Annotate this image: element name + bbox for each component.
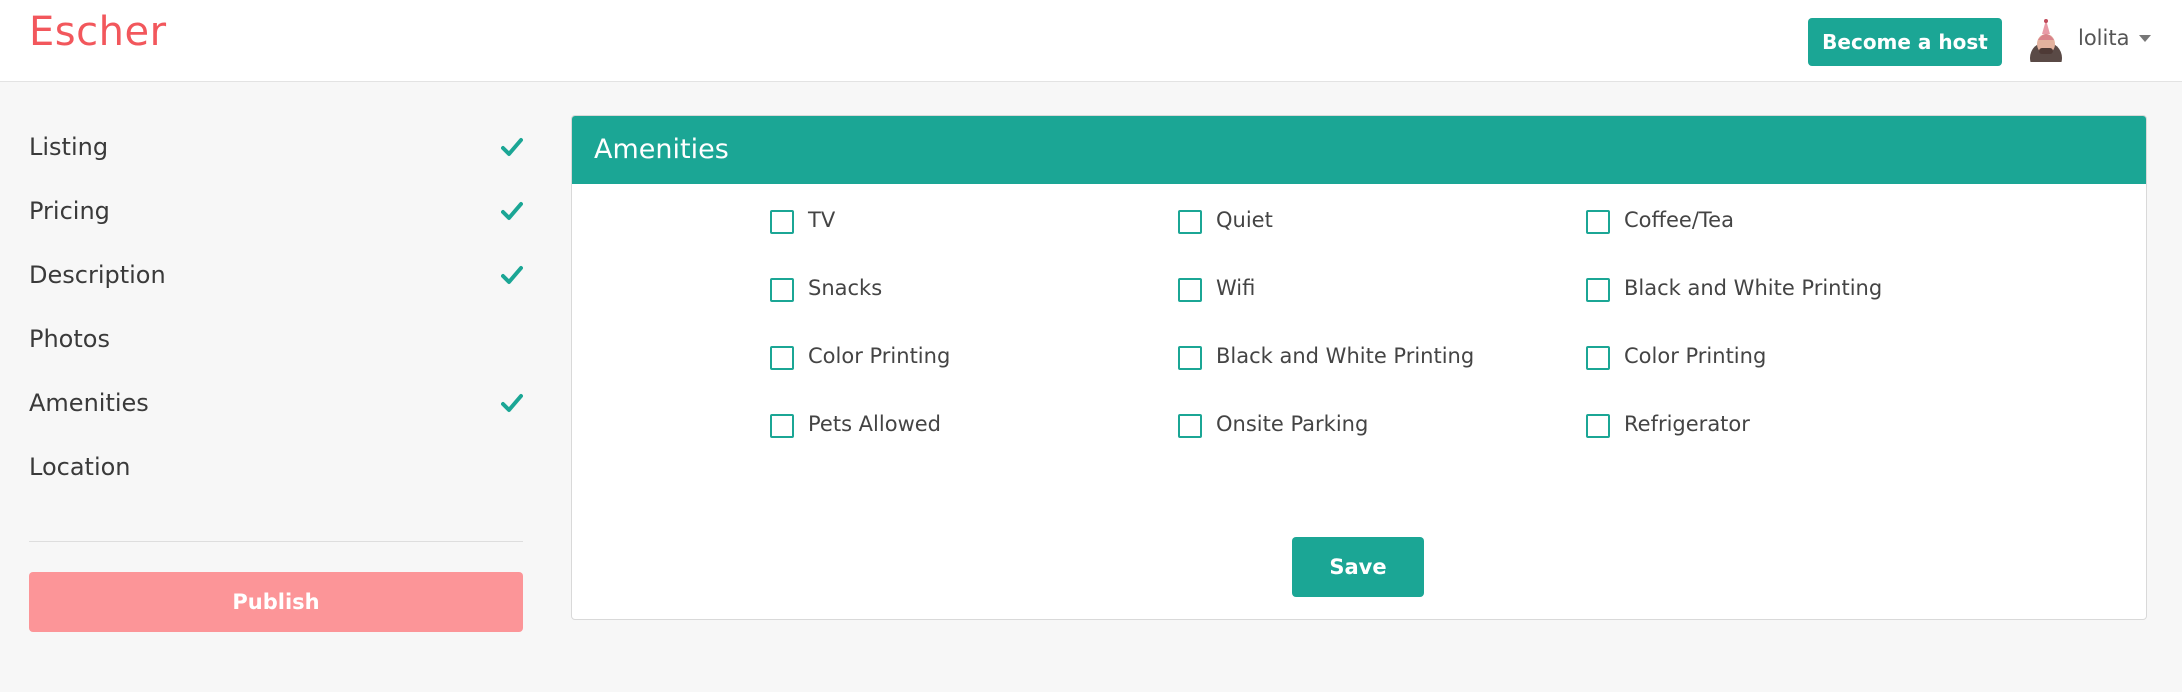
amenity-option[interactable]: Coffee/Tea	[1586, 206, 2006, 274]
amenity-label: Color Printing	[1624, 344, 1767, 368]
sidebar-item-location[interactable]: Location	[29, 435, 523, 499]
become-host-button[interactable]: Become a host	[1808, 18, 2002, 66]
amenity-option[interactable]: Wifi	[1178, 274, 1586, 342]
amenity-option[interactable]: Black and White Printing	[1178, 342, 1586, 410]
amenity-checkbox[interactable]	[1178, 278, 1202, 302]
amenity-option[interactable]: Quiet	[1178, 206, 1586, 274]
amenity-checkbox[interactable]	[1586, 414, 1610, 438]
amenity-option[interactable]: Refrigerator	[1586, 410, 2006, 478]
user-menu-dropdown[interactable]: lolita	[2078, 20, 2152, 56]
amenity-option[interactable]: Pets Allowed	[770, 410, 1178, 478]
sidebar-item-pricing[interactable]: Pricing	[29, 179, 523, 243]
checkmark-icon	[501, 394, 523, 412]
panel-title: Amenities	[572, 116, 2146, 184]
amenity-label: Black and White Printing	[1624, 276, 1883, 300]
user-avatar-icon[interactable]	[2028, 18, 2064, 62]
amenity-option[interactable]: Black and White Printing	[1586, 274, 2006, 342]
sidebar: Listing Pricing Description Photos Ameni…	[29, 115, 523, 632]
user-name: lolita	[2078, 26, 2130, 50]
publish-button[interactable]: Publish	[29, 572, 523, 632]
amenity-option[interactable]: Color Printing	[1586, 342, 2006, 410]
amenity-label: Color Printing	[808, 344, 951, 368]
amenity-checkbox[interactable]	[1586, 210, 1610, 234]
sidebar-divider	[29, 541, 523, 542]
amenity-label: Quiet	[1216, 208, 1273, 232]
sidebar-item-label: Description	[29, 261, 166, 289]
amenity-checkbox[interactable]	[1178, 414, 1202, 438]
chevron-down-icon	[2139, 34, 2152, 42]
amenity-checkbox[interactable]	[1178, 210, 1202, 234]
checkmark-icon	[501, 266, 523, 284]
sidebar-item-label: Location	[29, 453, 131, 481]
amenity-checkbox[interactable]	[770, 414, 794, 438]
sidebar-item-label: Amenities	[29, 389, 149, 417]
amenity-option[interactable]: Snacks	[770, 274, 1178, 342]
amenity-label: Coffee/Tea	[1624, 208, 1734, 232]
amenity-checkbox[interactable]	[1586, 346, 1610, 370]
sidebar-item-label: Photos	[29, 325, 110, 353]
amenity-checkbox[interactable]	[770, 346, 794, 370]
amenity-label: Wifi	[1216, 276, 1256, 300]
checkmark-icon	[501, 202, 523, 220]
amenity-checkbox[interactable]	[770, 210, 794, 234]
amenity-label: Black and White Printing	[1216, 344, 1475, 368]
amenity-checkbox[interactable]	[1586, 278, 1610, 302]
amenity-checkbox[interactable]	[1178, 346, 1202, 370]
sidebar-item-listing[interactable]: Listing	[29, 115, 523, 179]
amenity-label: Onsite Parking	[1216, 412, 1369, 436]
sidebar-item-label: Pricing	[29, 197, 110, 225]
sidebar-item-description[interactable]: Description	[29, 243, 523, 307]
sidebar-item-label: Listing	[29, 133, 109, 161]
amenity-label: Snacks	[808, 276, 883, 300]
checkmark-icon	[501, 138, 523, 156]
amenity-option[interactable]: TV	[770, 206, 1178, 274]
amenity-label: TV	[808, 208, 836, 232]
amenity-option[interactable]: Color Printing	[770, 342, 1178, 410]
amenity-checkbox[interactable]	[770, 278, 794, 302]
top-navbar: Escher Become a host lolita	[0, 0, 2182, 82]
amenity-label: Pets Allowed	[808, 412, 941, 436]
brand-logo[interactable]: Escher	[29, 6, 167, 58]
save-button[interactable]: Save	[1292, 537, 1424, 597]
sidebar-item-photos[interactable]: Photos	[29, 307, 523, 371]
amenities-panel: Amenities TV Quiet Coffee/Tea Snacks Wif…	[571, 115, 2147, 620]
sidebar-item-amenities[interactable]: Amenities	[29, 371, 523, 435]
amenity-label: Refrigerator	[1624, 412, 1750, 436]
amenity-option[interactable]: Onsite Parking	[1178, 410, 1586, 478]
amenities-grid: TV Quiet Coffee/Tea Snacks Wifi Black an…	[770, 206, 2006, 478]
